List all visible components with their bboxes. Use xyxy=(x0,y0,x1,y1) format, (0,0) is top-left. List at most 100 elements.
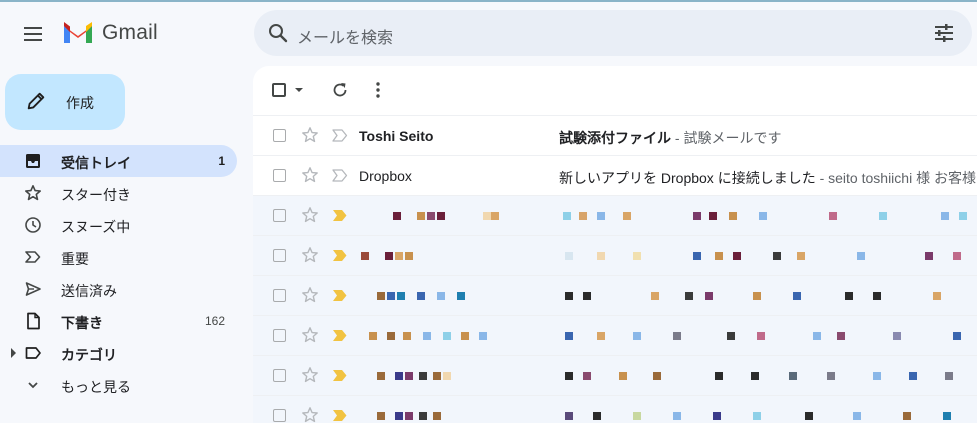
row-checkbox[interactable] xyxy=(273,249,286,262)
redacted-pixel xyxy=(369,332,377,340)
important-marker-icon[interactable] xyxy=(332,409,348,422)
redacted-pixel xyxy=(597,252,605,260)
sidebar-item-label: もっと見る xyxy=(61,379,131,395)
important-marker-icon[interactable] xyxy=(332,329,348,342)
search-icon[interactable] xyxy=(266,21,290,45)
sidebar-item-label: 重要 xyxy=(61,251,89,267)
select-options-dropdown[interactable] xyxy=(295,88,303,92)
email-subject-line: 新しいアプリを Dropbox に接続しました - seito toshiich… xyxy=(559,168,977,188)
email-row-redacted[interactable] xyxy=(253,395,977,423)
redacted-pixel xyxy=(945,372,953,380)
filter-options-icon[interactable] xyxy=(932,21,956,45)
important-marker-icon[interactable] xyxy=(332,209,348,222)
important-marker-icon[interactable] xyxy=(332,249,348,262)
important-marker-icon[interactable] xyxy=(332,169,348,182)
gmail-logo[interactable]: Gmail xyxy=(62,20,158,46)
row-checkbox[interactable] xyxy=(273,209,286,222)
email-row-redacted[interactable] xyxy=(253,235,977,275)
send-icon xyxy=(25,282,41,296)
important-marker-icon[interactable] xyxy=(332,289,348,302)
redacted-pixel xyxy=(395,412,403,420)
redacted-pixel xyxy=(593,412,601,420)
redacted-pixel xyxy=(759,212,767,220)
star-toggle-icon[interactable] xyxy=(301,286,319,304)
sidebar-item-label: スヌーズ中 xyxy=(61,219,131,235)
redacted-pixel xyxy=(773,252,781,260)
redacted-pixel xyxy=(387,292,395,300)
email-row[interactable]: Dropbox 新しいアプリを Dropbox に接続しました - seito … xyxy=(253,155,977,195)
redacted-pixel xyxy=(417,292,425,300)
redacted-pixel xyxy=(797,252,805,260)
star-toggle-icon[interactable] xyxy=(301,206,319,224)
sidebar-item-snoozed[interactable]: スヌーズ中 xyxy=(0,209,237,241)
redacted-pixel xyxy=(693,212,701,220)
important-marker-icon[interactable] xyxy=(332,369,348,382)
email-row[interactable]: Toshi Seito 試験添付ファイル - 試験メールです xyxy=(253,115,977,155)
sidebar-item-label: スター付き xyxy=(61,187,131,203)
redacted-pixel xyxy=(423,332,431,340)
search-input[interactable]: メールを検索 xyxy=(297,24,393,48)
star-toggle-icon[interactable] xyxy=(301,166,319,184)
sidebar-item-important[interactable]: 重要 xyxy=(0,241,237,273)
sidebar-item-drafts[interactable]: 下書き 162 xyxy=(0,305,237,337)
redacted-pixel xyxy=(873,372,881,380)
search-bar[interactable]: メールを検索 xyxy=(254,10,972,56)
redacted-pixel xyxy=(827,372,835,380)
redacted-pixel xyxy=(377,292,385,300)
compose-button[interactable]: 作成 xyxy=(5,74,125,130)
redacted-pixel xyxy=(417,212,425,220)
email-subject-line: 試験添付ファイル - 試験メールです xyxy=(559,128,977,148)
redacted-pixel xyxy=(633,412,641,420)
sidebar-item-sent[interactable]: 送信済み xyxy=(0,273,237,305)
important-marker-icon[interactable] xyxy=(332,129,348,142)
redacted-pixel xyxy=(909,372,917,380)
redacted-pixel xyxy=(419,412,427,420)
email-row-redacted[interactable] xyxy=(253,315,977,355)
sidebar-item-categories[interactable]: カテゴリ xyxy=(0,337,237,369)
redacted-pixel xyxy=(479,332,487,340)
redacted-pixel xyxy=(385,252,393,260)
email-subject: 試験添付ファイル xyxy=(559,130,671,146)
star-toggle-icon[interactable] xyxy=(301,366,319,384)
redacted-pixel xyxy=(483,212,491,220)
row-checkbox[interactable] xyxy=(273,369,286,382)
redacted-pixel xyxy=(733,252,741,260)
select-all-checkbox[interactable] xyxy=(272,83,286,97)
redacted-pixel xyxy=(443,372,451,380)
redacted-pixel xyxy=(753,412,761,420)
sidebar-item-inbox[interactable]: 受信トレイ 1 xyxy=(0,145,237,177)
redacted-pixel xyxy=(377,372,385,380)
email-row-redacted[interactable] xyxy=(253,355,977,395)
redacted-pixel xyxy=(713,412,721,420)
email-row-redacted[interactable] xyxy=(253,275,977,315)
redacted-pixel xyxy=(653,372,661,380)
more-vertical-icon[interactable] xyxy=(371,80,385,100)
expand-caret-icon[interactable] xyxy=(11,348,16,358)
refresh-icon[interactable] xyxy=(330,80,350,100)
main-menu-button[interactable] xyxy=(18,21,48,47)
star-toggle-icon[interactable] xyxy=(301,126,319,144)
star-toggle-icon[interactable] xyxy=(301,406,319,423)
star-toggle-icon[interactable] xyxy=(301,326,319,344)
row-checkbox[interactable] xyxy=(273,129,286,142)
redacted-pixel xyxy=(563,212,571,220)
redacted-pixel xyxy=(597,212,605,220)
email-row-redacted[interactable] xyxy=(253,195,977,235)
redacted-pixel xyxy=(583,372,591,380)
window-top-border xyxy=(0,0,977,2)
row-checkbox[interactable] xyxy=(273,329,286,342)
redacted-pixel xyxy=(715,252,723,260)
redacted-pixel xyxy=(437,292,445,300)
row-checkbox[interactable] xyxy=(273,289,286,302)
email-subject: 新しいアプリを Dropbox に接続しました xyxy=(559,170,816,186)
star-toggle-icon[interactable] xyxy=(301,246,319,264)
redacted-pixel xyxy=(427,212,435,220)
sidebar-item-more[interactable]: もっと見る xyxy=(0,369,237,401)
redacted-pixel xyxy=(491,212,499,220)
row-checkbox[interactable] xyxy=(273,409,286,422)
row-checkbox[interactable] xyxy=(273,169,286,182)
redacted-pixel xyxy=(433,412,441,420)
draft-count: 162 xyxy=(204,314,225,328)
sidebar-item-label: 受信トレイ xyxy=(61,155,131,171)
sidebar-item-starred[interactable]: スター付き xyxy=(0,177,237,209)
